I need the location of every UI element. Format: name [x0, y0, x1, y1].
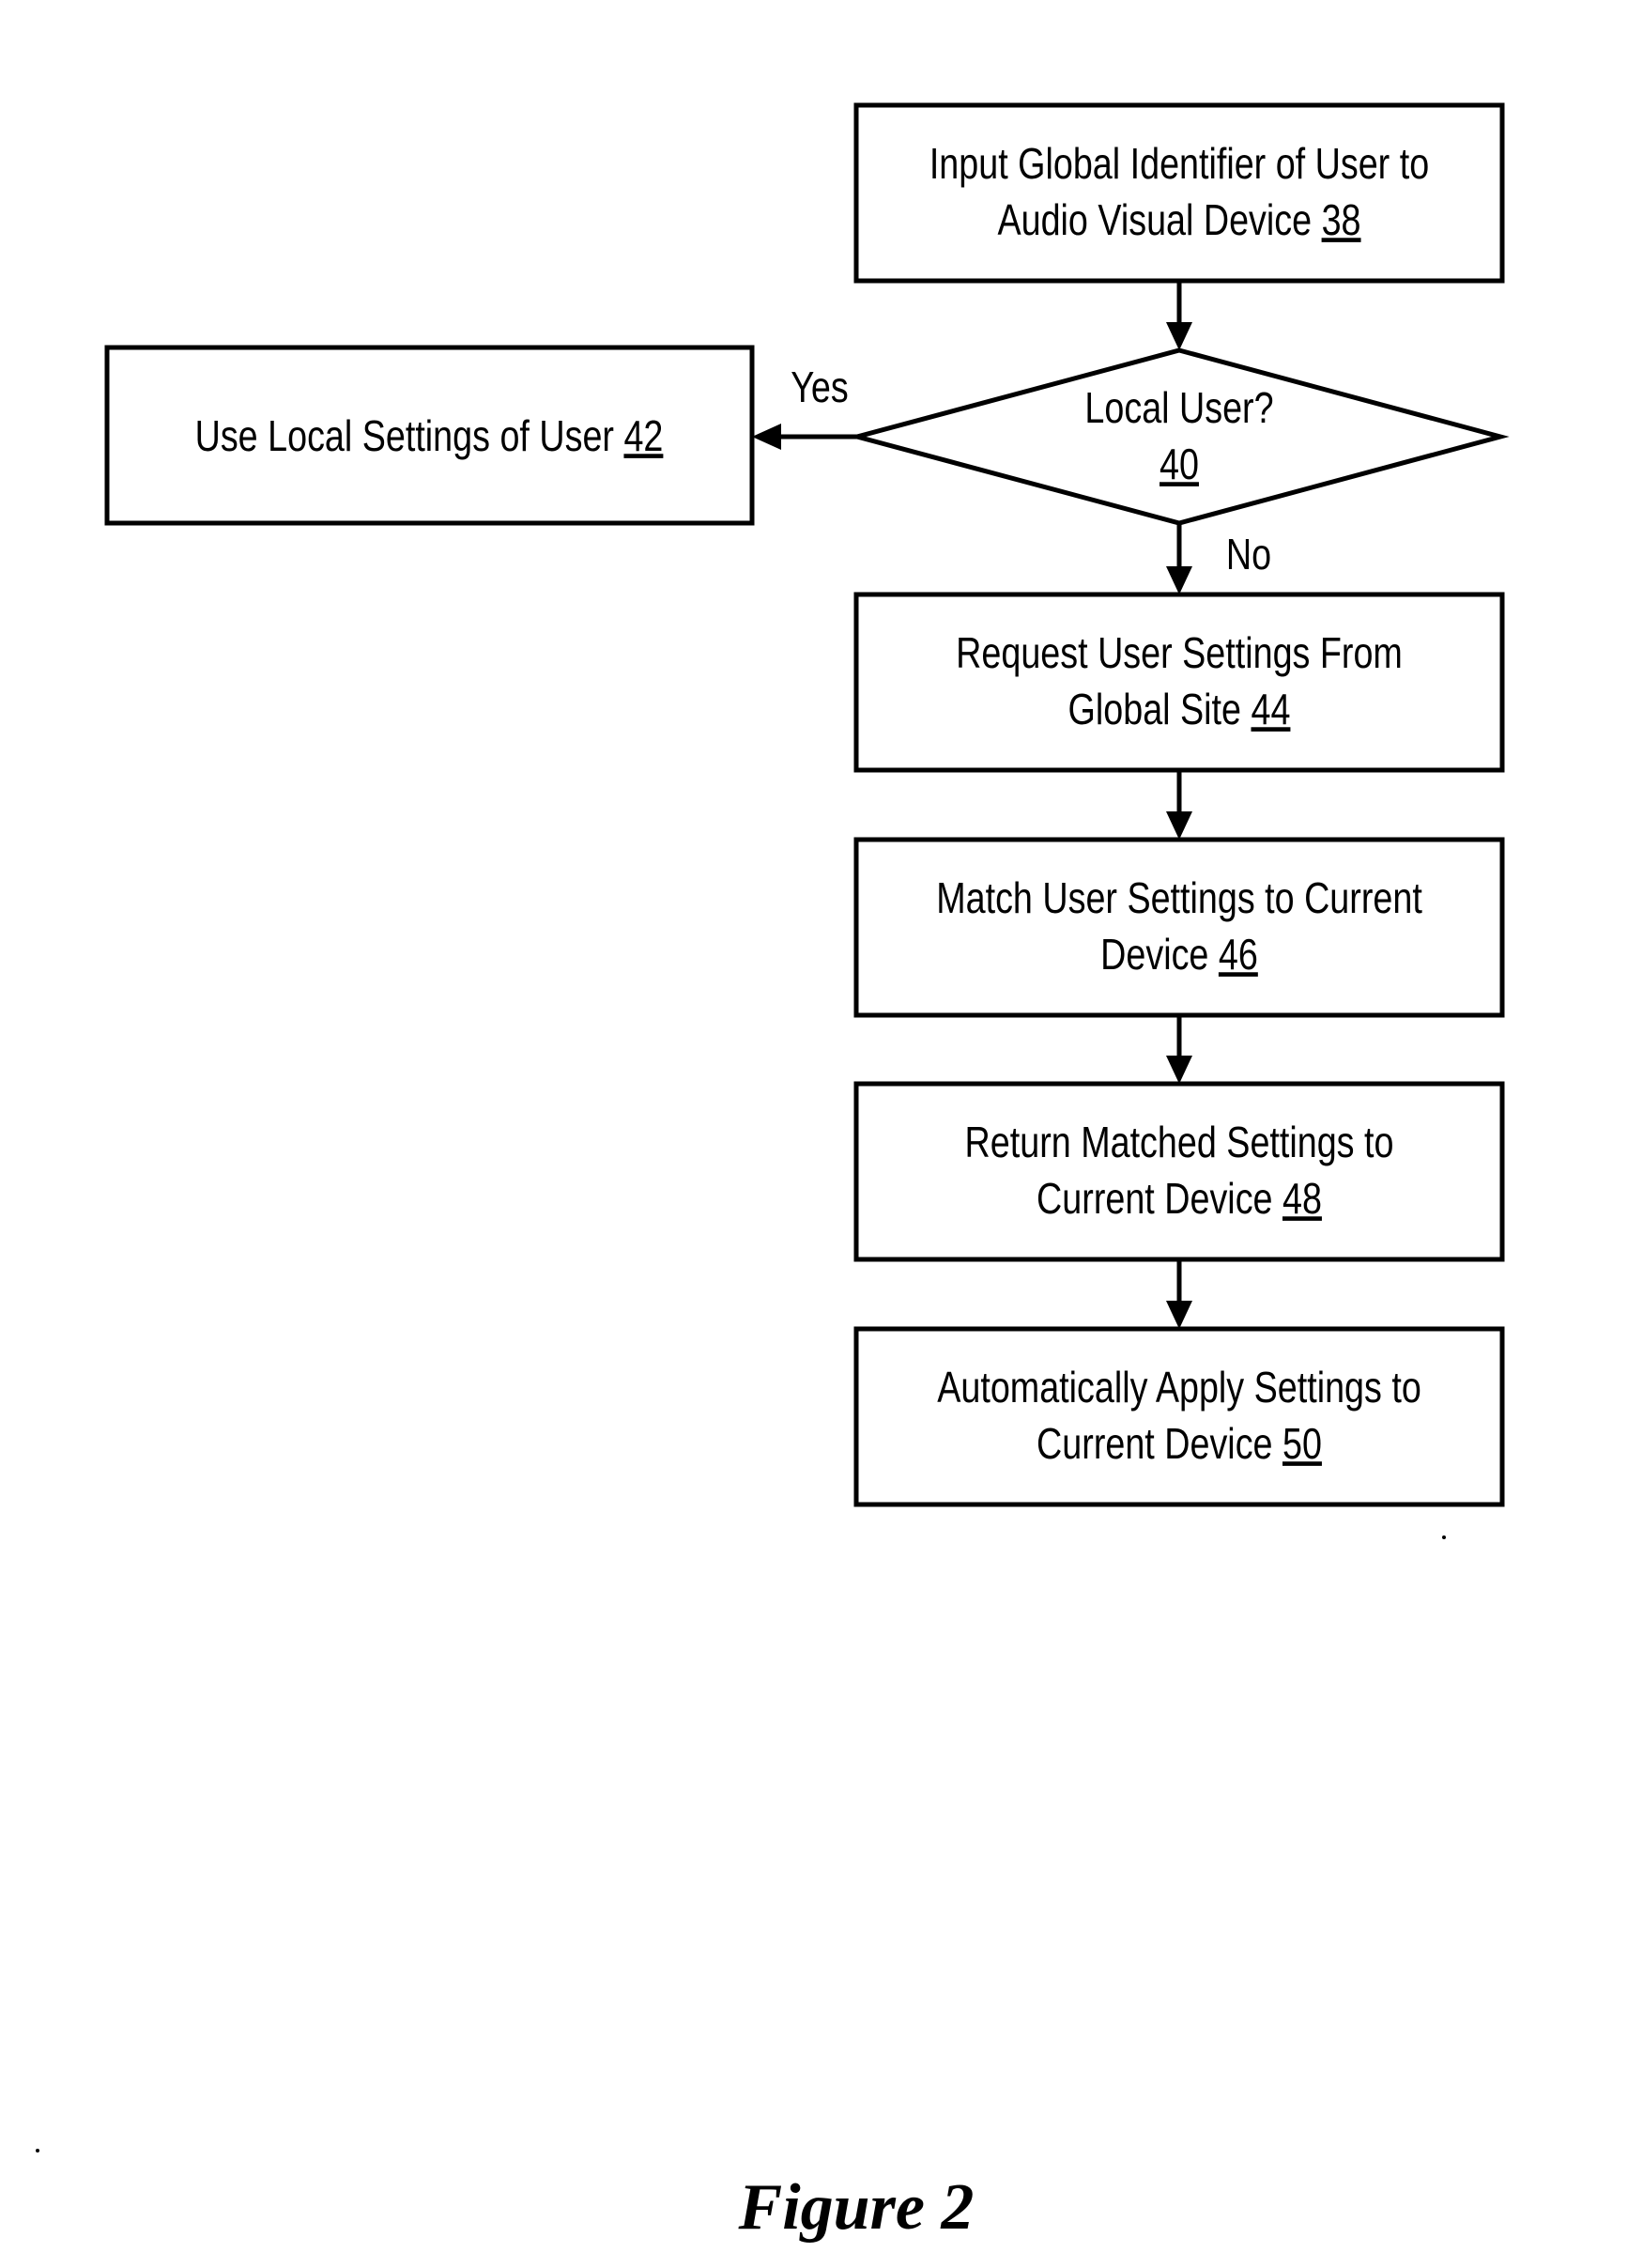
node-46-match-user-settings: Match User Settings to Current Device 46 [853, 837, 1505, 1018]
flowchart: Input Global Identifier of User to Audio… [36, 102, 1510, 2244]
arrowhead-left-icon [752, 424, 781, 450]
node-50-line-2-text: Current Device [1037, 1419, 1272, 1467]
edge-38-to-40 [1166, 281, 1192, 350]
node-44-line-1: Request User Settings From [956, 628, 1403, 676]
arrowhead-down-icon [1166, 322, 1192, 350]
node-46-line-1: Match User Settings to Current [936, 873, 1422, 921]
node-50-box [853, 1326, 1505, 1507]
node-48-return-matched-settings: Return Matched Settings to Current Devic… [853, 1081, 1505, 1262]
node-42-ref-number: 42 [623, 411, 663, 459]
edge-label-no: No [1226, 530, 1271, 578]
node-48-box [853, 1081, 1505, 1262]
arrowhead-down-icon [1166, 1301, 1192, 1329]
node-42-line-1: Use Local Settings of User 42 [195, 411, 664, 459]
node-46-ref-number: 46 [1219, 930, 1258, 978]
node-46-line-2-text: Device [1100, 930, 1208, 978]
scan-speck [36, 2149, 39, 2152]
node-38-line-1: Input Global Identifier of User to [929, 139, 1429, 187]
node-40-ref-number: 40 [1160, 440, 1199, 487]
edge-40-to-42-yes: Yes [752, 363, 857, 450]
arrowhead-down-icon [1166, 1056, 1192, 1084]
edge-46-to-48 [1166, 1015, 1192, 1084]
node-44-line-2: Global Site 44 [1068, 685, 1291, 733]
edge-44-to-46 [1166, 770, 1192, 840]
node-42-use-local-settings: Use Local Settings of User 42 [104, 345, 755, 526]
node-38-line-2: Audio Visual Device 38 [997, 195, 1360, 243]
edge-label-yes: Yes [791, 363, 849, 410]
node-48-ref-number: 48 [1282, 1174, 1322, 1222]
node-44-ref-number: 44 [1251, 685, 1290, 733]
figure-caption: Figure 2 [738, 2171, 975, 2244]
node-42-line-1-text: Use Local Settings of User [195, 411, 614, 459]
node-44-line-2-text: Global Site [1068, 685, 1241, 733]
node-50-apply-settings: Automatically Apply Settings to Current … [853, 1326, 1505, 1507]
arrowhead-down-icon [1166, 566, 1192, 594]
edge-40-to-44-no: No [1166, 523, 1271, 594]
node-46-box [853, 837, 1505, 1018]
node-46-line-2: Device 46 [1100, 930, 1258, 978]
scan-speck [1442, 1535, 1446, 1539]
node-48-line-1: Return Matched Settings to [965, 1118, 1394, 1165]
node-38-line-2-text: Audio Visual Device [997, 195, 1312, 243]
node-44-box [853, 592, 1505, 773]
node-40-diamond [848, 347, 1510, 526]
node-48-line-2: Current Device 48 [1037, 1174, 1322, 1222]
node-50-line-1: Automatically Apply Settings to [937, 1363, 1421, 1411]
node-50-ref-number: 50 [1282, 1419, 1322, 1467]
node-48-line-2-text: Current Device [1037, 1174, 1272, 1222]
node-38-input-global-identifier: Input Global Identifier of User to Audio… [853, 102, 1505, 284]
node-50-line-2: Current Device 50 [1037, 1419, 1322, 1467]
node-40-line-1: Local User? [1084, 383, 1273, 431]
edge-48-to-50 [1166, 1259, 1192, 1329]
node-38-box [853, 102, 1505, 284]
node-38-ref-number: 38 [1322, 195, 1361, 243]
node-44-request-user-settings: Request User Settings From Global Site 4… [853, 592, 1505, 773]
arrowhead-down-icon [1166, 811, 1192, 840]
node-40-local-user-decision: Local User? 40 [848, 347, 1510, 526]
